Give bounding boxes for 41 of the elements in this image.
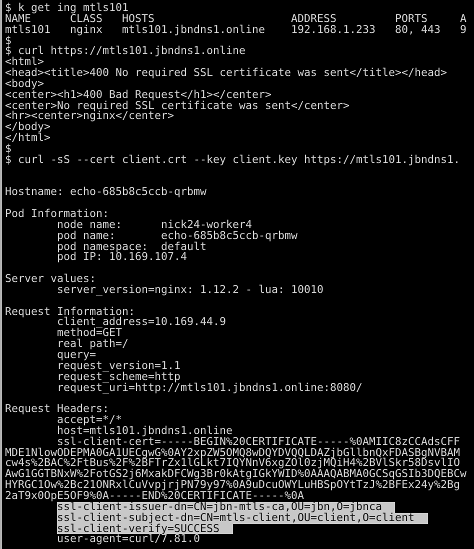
terminal-line: user-agent=curl/7.81.0 (56, 534, 200, 546)
terminal-line: Request Headers: (5, 404, 110, 416)
terminal-line: ssl-client-cert=-----BEGIN%20CERTIFICATE-----%0AMIIC8zCCAdsCFF (57, 436, 462, 448)
terminal-line: server_version=nginx: 1.12.2 - lua: 10010 (56, 284, 325, 296)
terminal-line: <head><title>400 No required SSL certificate was sent</title></head> (5, 68, 448, 79)
terminal-line: MDE1NlowODEPMA0GA1UECgwG%0AY2xpZW5OMQ8wDQYDVQQLDAZjbGllbnQxFDASBgNVBAM (5, 448, 462, 458)
terminal-line: request_uri=http://mtls101.jbndns1.online:8080/ (56, 382, 364, 394)
terminal-line: method=GET (56, 328, 122, 340)
terminal-line: $ k get ing mtls101 (5, 3, 130, 14)
terminal-line: Request Information: (5, 306, 136, 318)
terminal-line: node name: nick24-worker4 (56, 220, 252, 231)
terminal-line: cw4s%2BAC%2FtBus%2F%2BFTrZx1lGLkt7IQYNnV6xgZOl0zjMQiH4%2BVlSkr58DsvlIO (5, 458, 460, 470)
terminal-line: host=mtls101.jbndns1.online (56, 426, 233, 437)
terminal-line: <center><h1>400 Bad Request</h1></center> (5, 90, 273, 101)
terminal-line: pod name: echo-685b8c5ccb-qrbmw (56, 230, 299, 242)
terminal-line: Hostname: echo-685b8c5ccb-qrbmw (5, 187, 208, 198)
terminal-line: query= (56, 350, 96, 361)
terminal-line: real path=/ (56, 339, 130, 350)
terminal-line: $ (5, 144, 12, 155)
terminal-line: <center>No required SSL certificate was sent</center> (5, 100, 351, 112)
terminal-line: mtls101 nginx mtls101.jbndns1.online 192.168.1.233 80, 443 9 (5, 24, 468, 36)
terminal-line: </html> (5, 133, 52, 144)
terminal-line: NAME CLASS HOSTS ADDRESS PORTS A (5, 14, 468, 25)
terminal-line: <body> (5, 78, 44, 90)
terminal-line: 2aT9x0OpE5OF9%0A-----END%20CERTIFICATE-----%0A (5, 490, 304, 502)
terminal-line: AwG1GGTBNxW%2FotGS2j6MxakDFCWg3Br0kAtgIGkYWID%0AAAQABMA0GCSqGSIb3DQEBCw (5, 469, 468, 480)
terminal-line: </body> (5, 122, 51, 134)
terminal-line: <hr><center>nginx</center> (5, 111, 174, 122)
terminal-line: $ curl https://mtls101.jbndns1.online (5, 46, 247, 58)
terminal-line: Server values: (5, 274, 96, 285)
terminal-line: request_scheme=http (56, 372, 181, 383)
terminal-line: accept=*/* (56, 415, 122, 426)
terminal-line: client_address=10.169.44.9 (56, 317, 228, 328)
terminal-line: $ curl -sS --cert client.crt --key client.key https://mtls101.jbndns1. (5, 154, 462, 166)
terminal-line: request_version=1.1 (56, 360, 182, 372)
terminal-line: pod IP: 10.169.107.4 (56, 252, 188, 264)
terminal-line: <html> (5, 57, 44, 68)
terminal-line: $ (5, 36, 13, 46)
terminal-line: HYRGC1Ow%2Bc21ONRxlCuVvpjrjPN79y97%0A9uDcuOWYLuHBSpOYtTzJ%2BFEx24y%2Bg (5, 480, 460, 491)
terminal-line: pod namespace: default (56, 242, 207, 252)
terminal-line: Pod Information: (5, 209, 110, 220)
